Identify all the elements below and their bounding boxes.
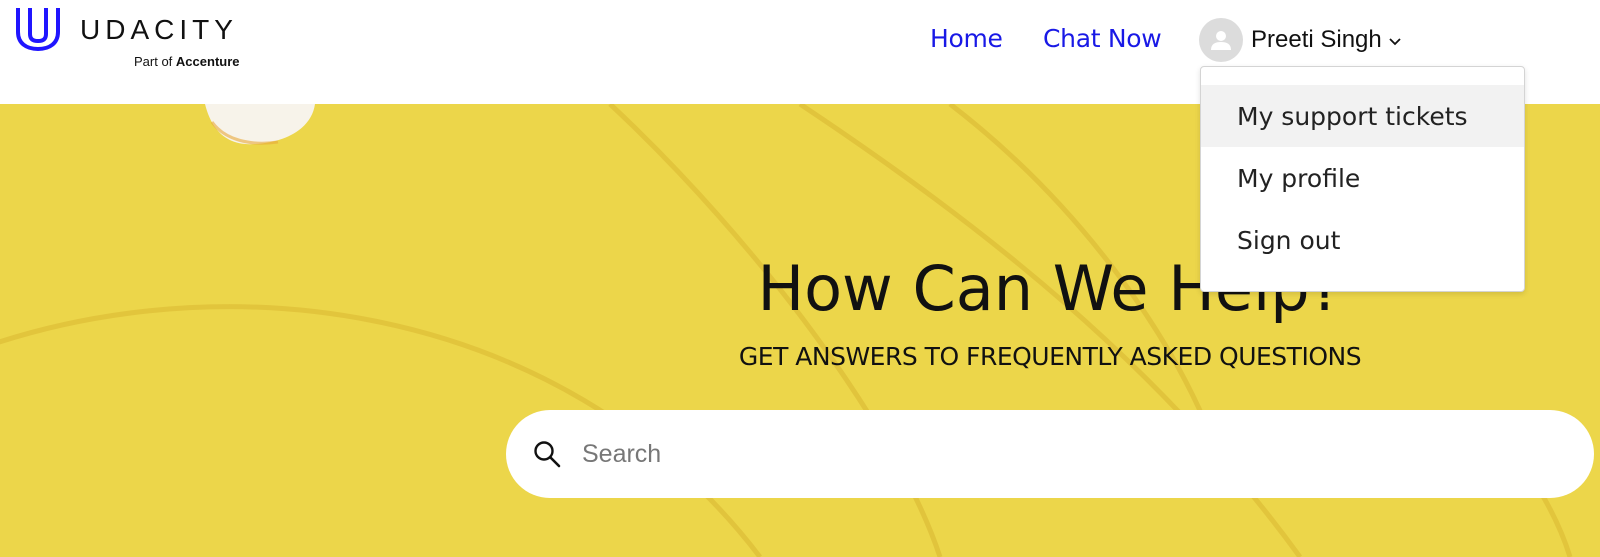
brand-name: UDACITY <box>80 14 238 45</box>
udacity-logo[interactable]: UDACITY Part of Accenture <box>14 6 274 70</box>
user-silhouette-icon <box>1211 31 1231 50</box>
search-icon <box>534 441 561 468</box>
chevron-down-icon <box>1389 38 1401 46</box>
menu-item-sign-out[interactable]: Sign out <box>1201 209 1524 271</box>
menu-item-my-profile[interactable]: My profile <box>1201 147 1524 209</box>
search-input[interactable] <box>580 423 1544 485</box>
user-dropdown-menu: My support tickets My profile Sign out <box>1200 66 1525 292</box>
brand-tagline: Part of Accenture <box>134 54 240 69</box>
avatar <box>1199 18 1243 62</box>
menu-item-my-support-tickets[interactable]: My support tickets <box>1201 85 1524 147</box>
brand-tagline-prefix: Part of <box>134 54 173 69</box>
brand-tagline-company: Accenture <box>175 54 240 69</box>
user-name: Preeti Singh <box>1251 26 1382 53</box>
search-bar <box>506 410 1594 498</box>
nav-chat-now-link[interactable]: Chat Now <box>1043 24 1162 53</box>
nav-home-link[interactable]: Home <box>930 24 1003 53</box>
user-menu-toggle[interactable]: Preeti Singh <box>1199 18 1402 62</box>
udacity-logo-icon <box>16 8 60 51</box>
page-subtitle: GET ANSWERS TO FREQUENTLY ASKED QUESTION… <box>738 342 1362 371</box>
